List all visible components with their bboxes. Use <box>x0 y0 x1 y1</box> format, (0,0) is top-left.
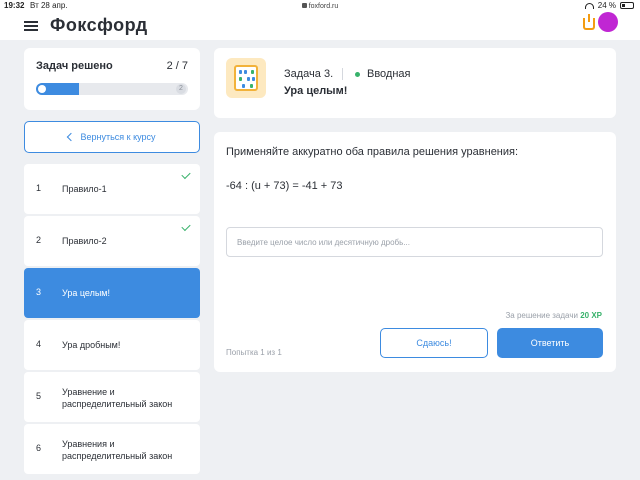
task-label: Правило-2 <box>62 236 107 246</box>
give-up-button[interactable]: Сдаюсь! <box>380 328 488 358</box>
attempt-counter: Попытка 1 из 1 <box>226 348 282 357</box>
progress-start-dot <box>38 85 46 93</box>
address-url: foxford.ru <box>308 3 339 10</box>
task-number: 1 <box>36 183 42 193</box>
task-label: Уравнение и распределительный закон <box>62 387 173 409</box>
task-item-4[interactable]: 4 Ура дробным! <box>24 320 200 370</box>
task-number-label: Задача 3. <box>284 68 334 80</box>
submit-answer-button[interactable]: Ответить <box>497 328 603 358</box>
divider <box>342 68 343 80</box>
progress-card: Задач решено 2 / 7 2 <box>24 48 200 110</box>
task-item-2[interactable]: 2 Правило-2 <box>24 216 200 266</box>
task-label: Правило-1 <box>62 184 107 194</box>
task-label: Уравнения и распределительный закон <box>62 439 173 461</box>
progress-title: Задач решено <box>36 60 113 72</box>
menu-icon[interactable] <box>24 21 38 31</box>
reward-info: За решение задачи 20 XP <box>505 311 602 320</box>
task-number: 4 <box>36 339 42 349</box>
answer-input[interactable] <box>226 227 603 257</box>
task-list: 1 Правило-1 2 Правило-2 3 Ура целым! 4 У… <box>24 164 200 476</box>
task-item-3[interactable]: 3 Ура целым! <box>24 268 200 318</box>
problem-card: Применяйте аккуратно оба правила решения… <box>214 132 616 372</box>
task-label: Ура целым! <box>62 288 110 298</box>
task-number: 6 <box>36 443 42 453</box>
reward-xp: 20 XP <box>580 311 602 320</box>
task-header-card: Задача 3. Вводная Ура целым! <box>214 48 616 118</box>
progress-count: 2 / 7 <box>166 60 188 72</box>
status-dot-icon <box>355 72 360 77</box>
progress-end-marker: 2 <box>176 84 186 94</box>
problem-instruction: Применяйте аккуратно оба правила решения… <box>226 146 519 158</box>
status-bar: 19:32 Вт 28 апр. foxford.ru 24 % <box>0 0 640 12</box>
back-to-course-label: Вернуться к курсу <box>80 132 156 142</box>
task-item-5[interactable]: 5 Уравнение и распределительный закон <box>24 372 200 422</box>
back-to-course-button[interactable]: Вернуться к курсу <box>24 121 200 153</box>
task-number: 5 <box>36 391 42 401</box>
wifi-icon <box>584 2 594 9</box>
site-logo[interactable]: Фоксфорд <box>50 15 148 36</box>
task-type: Вводная <box>367 68 411 80</box>
problem-equation: -64 : (u + 73) = -41 + 73 <box>226 180 343 192</box>
task-item-1[interactable]: 1 Правило-1 <box>24 164 200 214</box>
task-label: Ура дробным! <box>62 340 121 350</box>
task-number: 3 <box>36 287 42 297</box>
reward-text: За решение задачи <box>505 311 578 320</box>
task-item-6[interactable]: 6 Уравнения и распределительный закон <box>24 424 200 474</box>
lock-icon <box>301 3 307 8</box>
site-header: Фоксфорд <box>0 12 640 40</box>
abacus-icon <box>226 58 266 98</box>
avatar[interactable] <box>598 12 618 32</box>
progress-track: 2 <box>36 83 188 95</box>
check-icon <box>181 169 191 180</box>
chevron-left-icon <box>67 132 76 142</box>
task-number: 2 <box>36 235 42 245</box>
battery-percent: 24 % <box>597 1 616 10</box>
check-icon <box>181 221 191 232</box>
status-right: 24 % <box>584 1 634 10</box>
task-title: Ура целым! <box>284 85 348 97</box>
shop-icon[interactable] <box>583 14 595 30</box>
battery-icon <box>620 2 634 9</box>
address-bar[interactable]: foxford.ru <box>0 3 640 10</box>
